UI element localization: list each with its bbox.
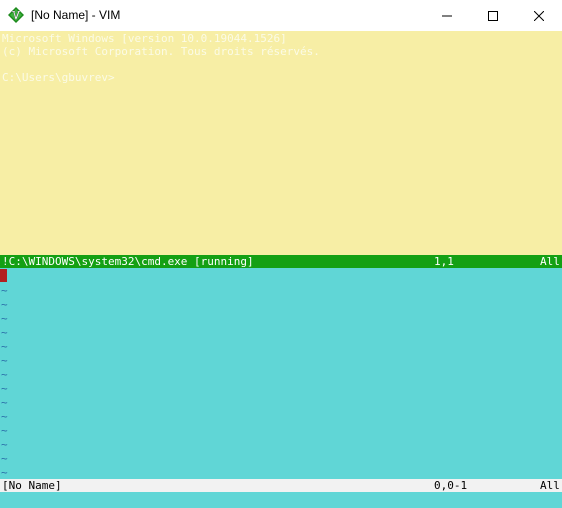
terminal-line: (c) Microsoft Corporation. Tous droits r… bbox=[2, 45, 320, 58]
empty-line-marker: ~ bbox=[1, 396, 8, 409]
empty-line-marker: ~ bbox=[1, 438, 8, 451]
empty-line-marker: ~ bbox=[1, 452, 8, 465]
empty-line-marker: ~ bbox=[1, 298, 8, 311]
terminal-line: Microsoft Windows [version 10.0.19044.15… bbox=[2, 32, 287, 45]
terminal-status-percent: All bbox=[540, 255, 560, 268]
terminal-pane[interactable]: Microsoft Windows [version 10.0.19044.15… bbox=[0, 31, 562, 255]
maximize-button[interactable] bbox=[470, 0, 516, 31]
empty-line-marker: ~ bbox=[1, 368, 8, 381]
buffer-status-line[interactable]: [No Name] 0,0-1 All bbox=[0, 479, 562, 492]
terminal-status-line[interactable]: !C:\WINDOWS\system32\cmd.exe [running] 1… bbox=[0, 255, 562, 268]
empty-line-marker: ~ bbox=[1, 354, 8, 367]
terminal-status-position: 1,1 bbox=[434, 255, 454, 268]
maximize-icon bbox=[488, 6, 498, 25]
empty-line-marker: ~ bbox=[1, 424, 8, 437]
empty-line-marker: ~ bbox=[1, 382, 8, 395]
window-title: [No Name] - VIM bbox=[31, 8, 121, 22]
empty-line-marker: ~ bbox=[1, 326, 8, 339]
minimize-icon bbox=[442, 6, 452, 25]
title-bar[interactable]: [No Name] - VIM bbox=[0, 0, 562, 31]
minimize-button[interactable] bbox=[424, 0, 470, 31]
terminal-status-name: !C:\WINDOWS\system32\cmd.exe [running] bbox=[2, 255, 254, 268]
empty-line-marker: ~ bbox=[1, 340, 8, 353]
close-icon bbox=[533, 6, 545, 25]
empty-line-marker: ~ bbox=[1, 312, 8, 325]
empty-line-marker: ~ bbox=[1, 466, 8, 479]
text-cursor bbox=[0, 269, 7, 282]
empty-line-marker: ~ bbox=[1, 284, 8, 297]
terminal-prompt: C:\Users\gbuvrev> bbox=[2, 71, 115, 84]
empty-line-marker: ~ bbox=[1, 410, 8, 423]
vim-icon bbox=[8, 7, 24, 23]
buffer-pane[interactable]: ~ ~ ~ ~ ~ ~ ~ ~ ~ ~ ~ ~ ~ ~ bbox=[0, 268, 562, 479]
buffer-status-position: 0,0-1 bbox=[434, 479, 468, 492]
buffer-status-name: [No Name] bbox=[2, 479, 62, 492]
vim-window: [No Name] - VIM Microsoft Windows [versi… bbox=[0, 0, 562, 508]
command-line[interactable] bbox=[0, 492, 562, 508]
buffer-status-percent: All bbox=[540, 479, 560, 492]
close-button[interactable] bbox=[516, 0, 562, 31]
